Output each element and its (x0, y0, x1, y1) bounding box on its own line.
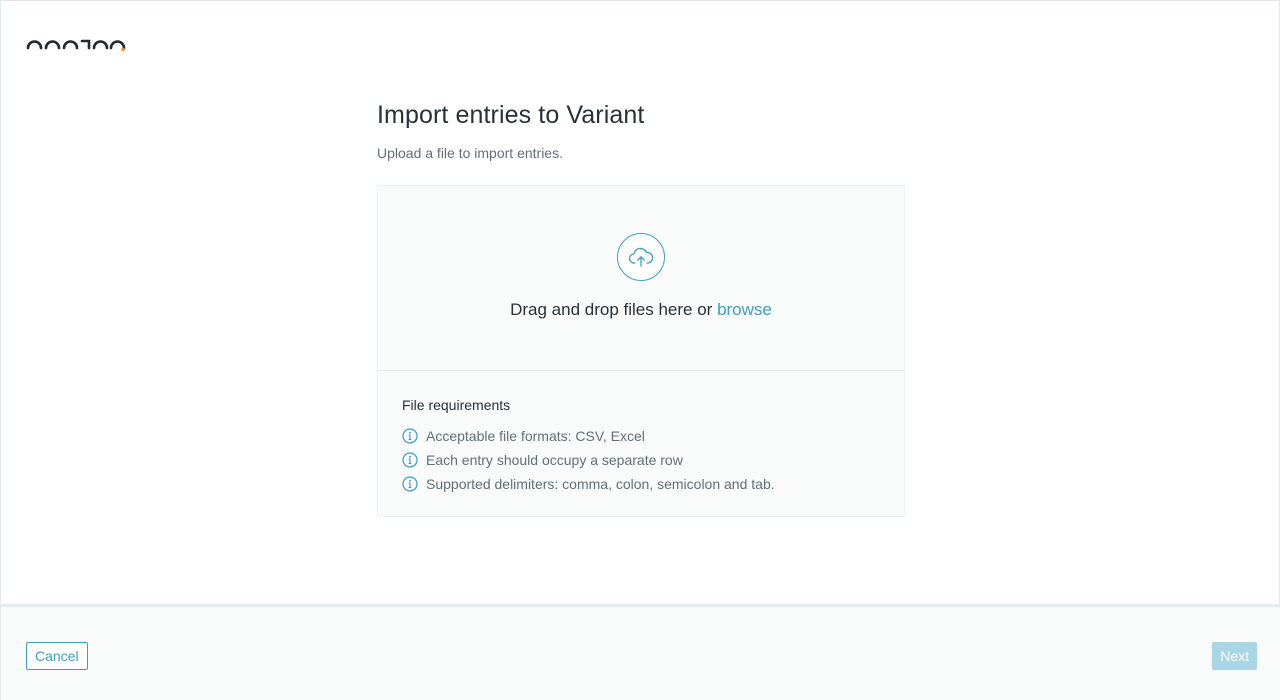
import-content: Import entries to Variant Upload a file … (377, 101, 905, 517)
requirements-title: File requirements (402, 397, 511, 413)
info-icon (402, 428, 418, 444)
requirement-item: Supported delimiters: comma, colon, semi… (402, 472, 880, 496)
page-subtitle: Upload a file to import entries. (377, 145, 563, 161)
cloud-upload-icon (617, 233, 665, 281)
info-icon (402, 452, 418, 468)
requirement-text: Supported delimiters: comma, colon, semi… (426, 476, 775, 492)
upload-card: Drag and drop files here or browse File … (377, 185, 905, 517)
cancel-button[interactable]: Cancel (26, 642, 88, 670)
brand-logo[interactable] (26, 31, 126, 53)
requirement-text: Acceptable file formats: CSV, Excel (426, 428, 645, 444)
footer-bar: Cancel Next (1, 604, 1280, 700)
next-button[interactable]: Next (1212, 642, 1257, 670)
page-title: Import entries to Variant (377, 101, 645, 129)
requirement-item: Acceptable file formats: CSV, Excel (402, 424, 880, 448)
info-icon (402, 476, 418, 492)
dropzone-label: Drag and drop files here or (510, 300, 718, 319)
dropzone-text: Drag and drop files here or browse (510, 299, 772, 321)
brand-logo-icon (26, 39, 126, 52)
browse-link[interactable]: browse (717, 300, 772, 319)
import-page: Import entries to Variant Upload a file … (0, 0, 1280, 700)
requirement-text: Each entry should occupy a separate row (426, 452, 683, 468)
file-dropzone[interactable]: Drag and drop files here or browse (378, 186, 904, 371)
file-requirements: File requirements Acceptable file format… (378, 371, 904, 516)
requirement-item: Each entry should occupy a separate row (402, 448, 880, 472)
